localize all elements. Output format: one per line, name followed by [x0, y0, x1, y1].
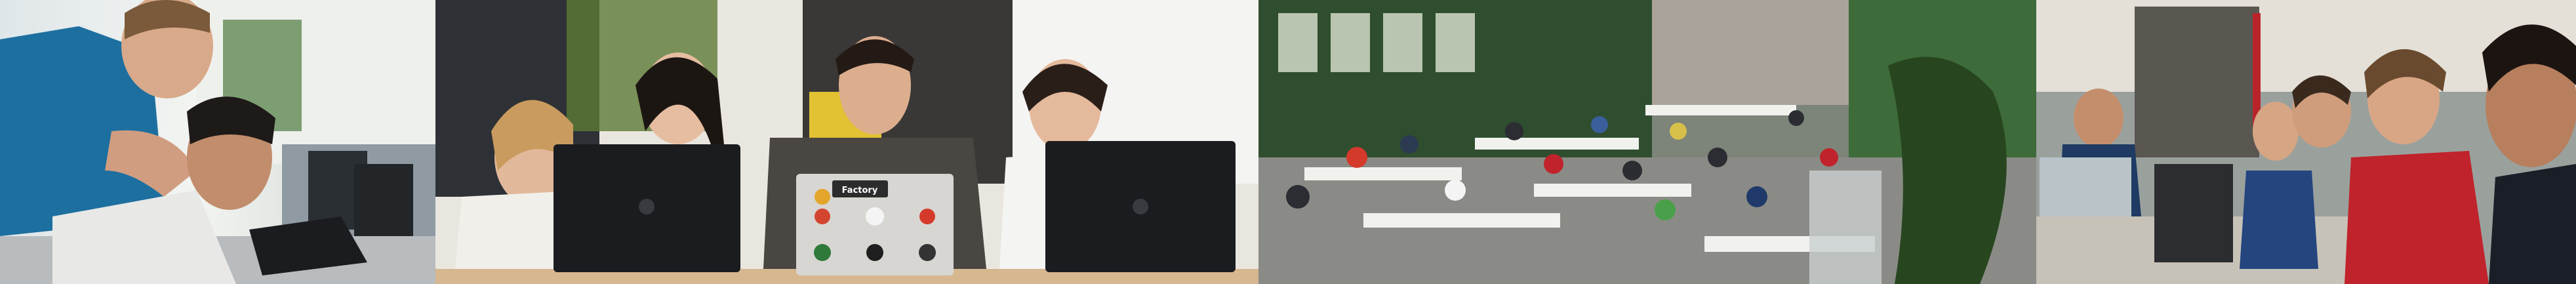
photo-panel-4-image [2036, 0, 2576, 284]
photo-panel-3-image [1258, 0, 2036, 284]
photo-panel-2-image: Factory [435, 0, 1258, 284]
photo-panel-3 [1258, 0, 2036, 284]
laptop-sticker-label: Factory [842, 186, 878, 195]
photo-panel-2: Factory [435, 0, 1258, 284]
photo-panel-1 [0, 0, 435, 284]
photo-collage: Factory [0, 0, 2576, 284]
photo-panel-4 [2036, 0, 2576, 284]
photo-panel-1-image [0, 0, 435, 284]
